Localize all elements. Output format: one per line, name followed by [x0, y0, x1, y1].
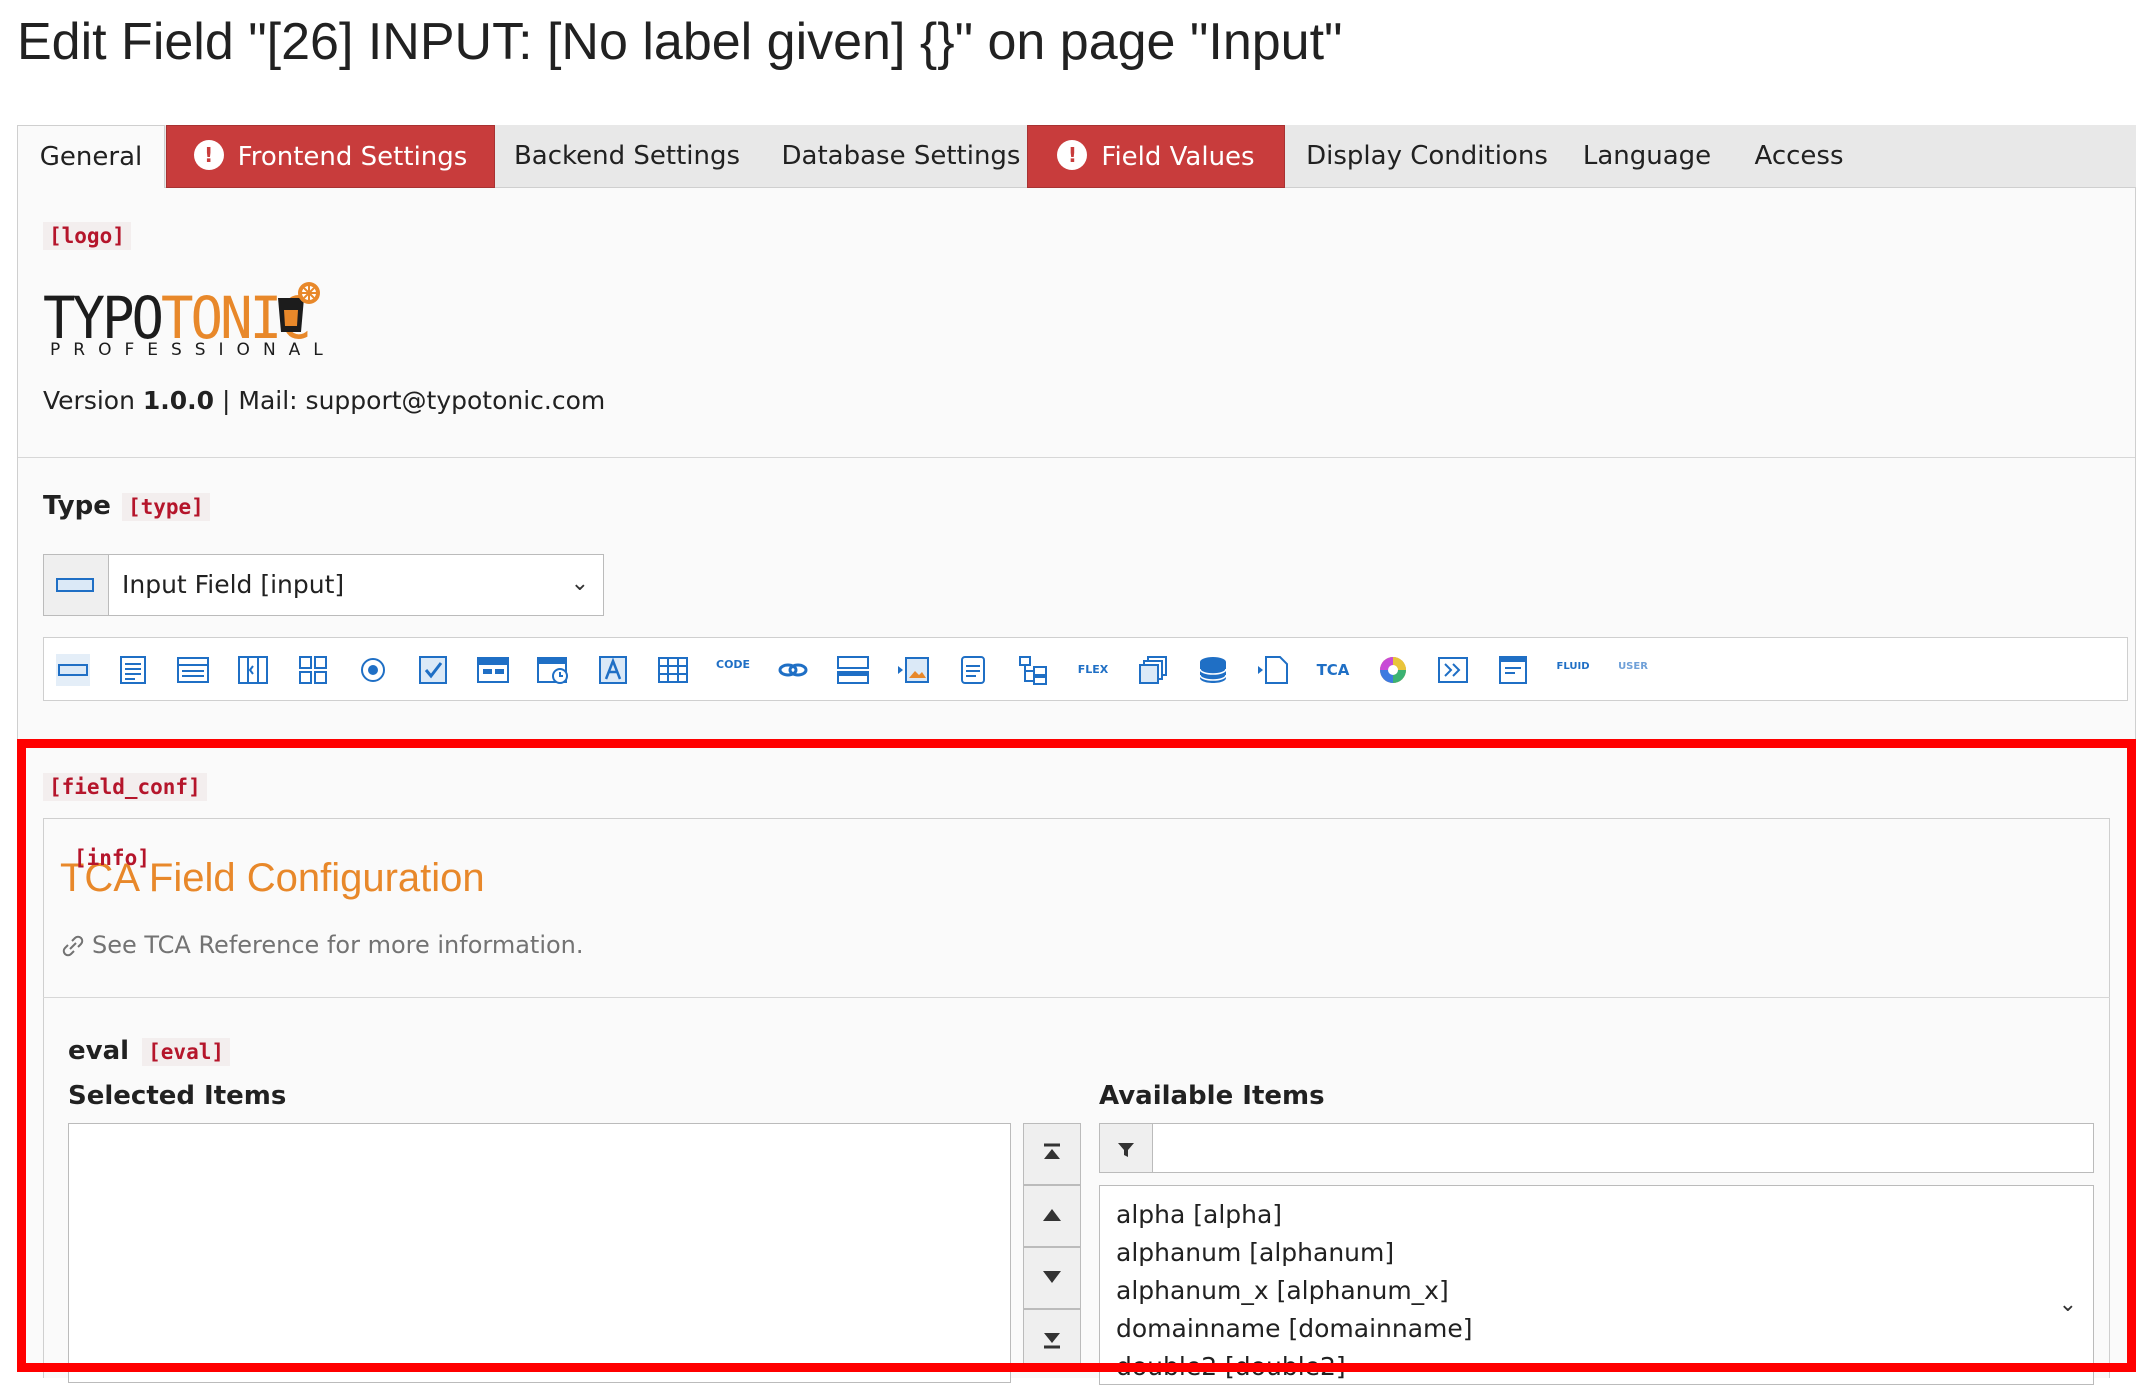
link-icon	[62, 935, 84, 957]
tab-field-values[interactable]: ! Field Values	[1027, 125, 1285, 188]
group-icon[interactable]	[296, 654, 330, 686]
inline-icon[interactable]	[836, 654, 870, 686]
move-top-icon	[1044, 1143, 1060, 1159]
type-code: [type]	[121, 493, 210, 521]
move-buttons	[1023, 1123, 1081, 1383]
eval-label: eval	[68, 1036, 130, 1066]
file-icon[interactable]	[956, 654, 990, 686]
chevron-down-icon: ⌄	[570, 571, 589, 596]
filter-icon	[1100, 1124, 1153, 1172]
input-icon[interactable]	[56, 654, 90, 686]
alert-icon: !	[1057, 139, 1088, 170]
chevron-down-icon[interactable]: ⌄	[2059, 1292, 2077, 1317]
info-code: [info]	[74, 846, 150, 870]
available-items-list[interactable]: alpha [alpha] alphanum [alphanum] alphan…	[1099, 1185, 2094, 1385]
list-item[interactable]: double2 [double2]	[1116, 1352, 1346, 1381]
selected-items-list[interactable]	[68, 1123, 1011, 1383]
tab-label: Field Values	[1101, 142, 1255, 172]
alert-icon: !	[193, 139, 224, 170]
list-item[interactable]: alphanum_x [alphanum_x]	[1116, 1276, 1449, 1305]
tab-label: Display Conditions	[1306, 141, 1548, 171]
tab-panel-general: [logo] TYPOTONIC PROFESSIONAL Version 1.…	[17, 188, 2136, 1385]
move-up-button[interactable]	[1023, 1185, 1081, 1247]
tab-label: Database Settings	[781, 141, 1021, 171]
folder-icon[interactable]	[1256, 654, 1290, 686]
form-icon[interactable]	[1496, 654, 1530, 686]
available-items-label: Available Items	[1099, 1081, 1325, 1111]
field-conf-code: [field_conf]	[43, 773, 207, 801]
tab-label: Access	[1754, 141, 1844, 171]
tab-label: Language	[1582, 141, 1712, 171]
eval-label-row: eval [eval]	[68, 1036, 230, 1066]
logo-code: [logo]	[43, 222, 131, 250]
version-number: 1.0.0	[142, 386, 215, 415]
type-icon-strip: CODE FLEX TCA FLUID USER	[43, 637, 2128, 701]
move-down-button[interactable]	[1023, 1247, 1081, 1309]
rte-icon[interactable]	[176, 654, 210, 686]
drink-glass-icon	[278, 282, 320, 332]
type-label: Type	[43, 491, 111, 521]
tab-database-settings[interactable]: Database Settings	[757, 125, 1045, 188]
list-item[interactable]: alphanum [alphanum]	[1116, 1238, 1394, 1267]
list-item[interactable]: domainname [domainname]	[1116, 1314, 1473, 1343]
selected-items-label: Selected Items	[68, 1081, 287, 1111]
tca-icon[interactable]: TCA	[1316, 654, 1350, 686]
radio-icon[interactable]	[356, 654, 390, 686]
version-info: Version 1.0.0 | Mail: support@typotonic.…	[43, 386, 606, 415]
check-icon[interactable]	[416, 654, 450, 686]
passthrough-icon[interactable]	[1436, 654, 1470, 686]
move-to-top-button[interactable]	[1023, 1123, 1081, 1185]
tab-access[interactable]: Access	[1731, 125, 1867, 188]
datetime-icon[interactable]	[536, 654, 570, 686]
eval-code: [eval]	[142, 1038, 230, 1066]
tab-general[interactable]: General	[17, 125, 165, 189]
type-select-value: Input Field [input]	[122, 570, 345, 599]
info-divider	[43, 997, 2110, 998]
available-items-filter[interactable]	[1099, 1123, 2094, 1173]
type-label-row: Type [type]	[43, 491, 210, 521]
fluid-icon[interactable]: FLUID	[1556, 654, 1590, 686]
move-bottom-icon	[1044, 1333, 1060, 1349]
image-icon[interactable]	[896, 654, 930, 686]
multi-icon[interactable]	[1136, 654, 1170, 686]
move-down-icon	[1043, 1271, 1061, 1283]
tree-icon[interactable]	[1016, 654, 1050, 686]
code-icon[interactable]: CODE	[716, 654, 750, 686]
tab-frontend-settings[interactable]: ! Frontend Settings	[166, 125, 495, 188]
page-title: Edit Field "[26] INPUT: [No label given]…	[17, 13, 1343, 71]
color-icon[interactable]	[1376, 654, 1410, 686]
tab-bar: General ! Frontend Settings Backend Setti…	[17, 125, 2136, 189]
tab-backend-settings[interactable]: Backend Settings	[497, 125, 757, 188]
move-to-bottom-button[interactable]	[1023, 1309, 1081, 1371]
text-icon[interactable]	[116, 654, 150, 686]
text-a-icon[interactable]	[596, 654, 630, 686]
tab-label: Backend Settings	[513, 141, 741, 171]
table-icon[interactable]	[476, 654, 510, 686]
grid-icon[interactable]	[656, 654, 690, 686]
link-icon[interactable]	[776, 654, 810, 686]
database-icon[interactable]	[1196, 654, 1230, 686]
input-field-icon	[44, 555, 109, 615]
tca-reference-link[interactable]: See TCA Reference for more information.	[60, 931, 584, 959]
type-select[interactable]: Input Field [input] ⌄	[43, 554, 604, 616]
tab-display-conditions[interactable]: Display Conditions	[1289, 125, 1565, 188]
tab-label: Frontend Settings	[237, 142, 468, 172]
move-up-icon	[1043, 1209, 1061, 1221]
logo-subtitle: PROFESSIONAL	[50, 340, 336, 360]
list-item[interactable]: alpha [alpha]	[1116, 1200, 1282, 1229]
section-divider	[18, 457, 2135, 458]
tab-language[interactable]: Language	[1567, 125, 1727, 188]
flex-icon[interactable]: FLEX	[1076, 654, 1110, 686]
tab-label: General	[39, 142, 143, 172]
select-icon[interactable]	[236, 654, 270, 686]
user-icon[interactable]: USER	[1616, 654, 1650, 686]
